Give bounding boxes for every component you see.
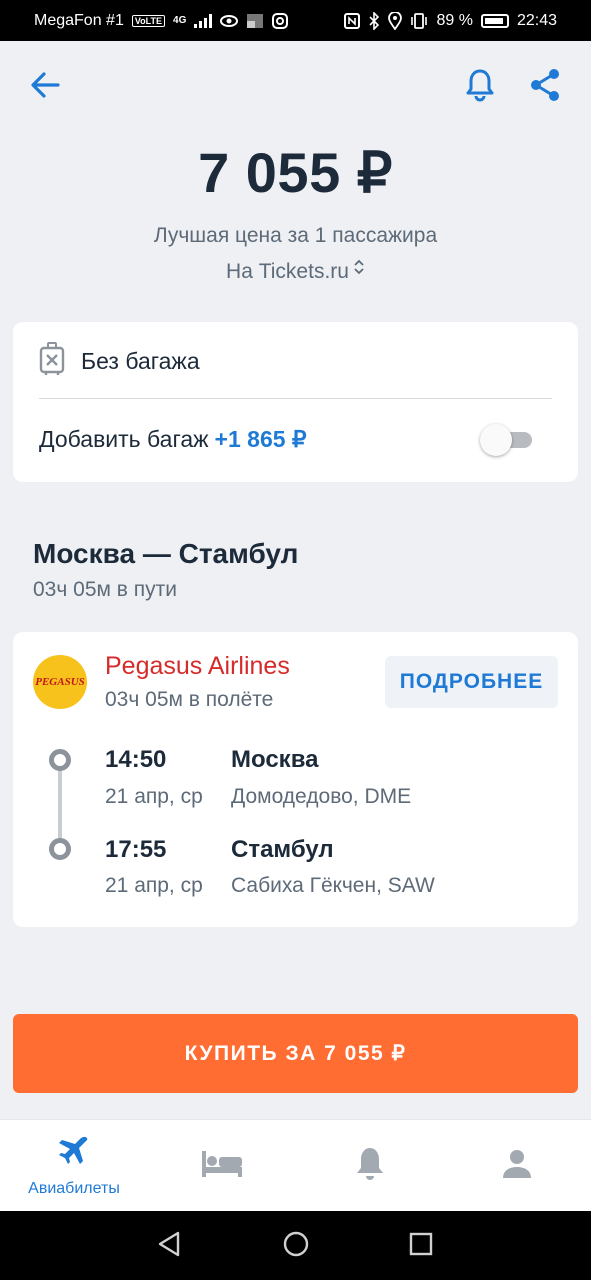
no-luggage-icon xyxy=(39,341,65,381)
clock: 22:43 xyxy=(516,11,557,29)
system-back-button[interactable] xyxy=(152,1229,186,1263)
nav-item-subscriptions[interactable] xyxy=(296,1120,444,1212)
vibrate-icon xyxy=(410,12,428,29)
nfc-icon xyxy=(344,12,361,29)
flight-duration: 03ч 05м в полёте xyxy=(105,688,274,711)
arrival-city: Стамбул xyxy=(231,836,334,863)
flight-card: PEGASUS Pegasus Airlines 03ч 05м в полёт… xyxy=(13,632,578,927)
eye-icon xyxy=(220,13,239,29)
arrival-airport: Сабиха Гёкчен, SAW xyxy=(231,874,435,897)
network-type: 4G xyxy=(173,15,187,26)
price-amount: 7 055 ₽ xyxy=(198,141,393,204)
toggle-knob xyxy=(480,424,512,456)
arrow-left-icon xyxy=(30,71,60,103)
timeline-line xyxy=(58,762,62,850)
triangle-back-icon xyxy=(156,1230,182,1263)
route-duration: 03ч 05м в пути xyxy=(33,578,177,601)
price-source-selector[interactable]: На Tickets.ru xyxy=(0,258,591,284)
baggage-card: Без багажа Добавить багаж +1 865 ₽ xyxy=(13,322,578,482)
price-caption: Лучшая цена за 1 пассажира xyxy=(153,224,438,247)
square-recents-icon xyxy=(408,1231,434,1262)
subscribe-price-button[interactable] xyxy=(456,63,504,111)
system-recents-button[interactable] xyxy=(404,1229,438,1263)
nav-item-hotels[interactable] xyxy=(148,1120,296,1212)
signal-icon xyxy=(194,13,213,28)
bell-icon xyxy=(355,1146,385,1187)
carrier-name: MegaFon #1 xyxy=(34,11,124,29)
add-baggage-row: Добавить багаж +1 865 ₽ xyxy=(39,426,307,453)
gallery-icon xyxy=(246,13,264,29)
add-baggage-toggle[interactable] xyxy=(480,424,534,456)
bluetooth-icon xyxy=(368,11,380,30)
departure-city: Москва xyxy=(231,746,319,773)
arrival-dot xyxy=(49,838,71,860)
baggage-status-row: Без багажа xyxy=(39,341,200,381)
departure-date: 21 апр, ср xyxy=(105,785,203,808)
price-source-label: На Tickets.ru xyxy=(226,260,349,283)
buy-button[interactable]: КУПИТЬ ЗА 7 055 ₽ xyxy=(13,1014,578,1093)
location-icon xyxy=(388,11,403,30)
departure-time: 14:50 xyxy=(105,746,167,773)
divider xyxy=(39,398,552,399)
share-button[interactable] xyxy=(521,63,569,111)
bottom-nav: Авиабилеты xyxy=(0,1119,591,1211)
volte-icon: VoLTE xyxy=(131,14,166,27)
arrival-time: 17:55 xyxy=(105,836,167,863)
route-title: Москва — Стамбул xyxy=(33,538,299,569)
departure-dot xyxy=(49,749,71,771)
airline-name: Pegasus Airlines xyxy=(105,652,290,680)
share-icon xyxy=(529,68,561,107)
add-baggage-price: +1 865 ₽ xyxy=(214,426,307,452)
system-nav-bar xyxy=(0,1211,591,1280)
bell-icon xyxy=(465,68,495,107)
battery-icon xyxy=(480,13,509,28)
nav-item-flights[interactable]: Авиабилеты xyxy=(0,1120,148,1212)
airline-logo: PEGASUS xyxy=(33,655,87,709)
nav-label-flights: Авиабилеты xyxy=(28,1179,120,1197)
system-home-button[interactable] xyxy=(279,1229,313,1263)
chevron-up-down-icon xyxy=(353,258,365,279)
add-baggage-label: Добавить багаж xyxy=(39,426,209,452)
instagram-icon xyxy=(272,12,289,29)
details-button[interactable]: ПОДРОБНЕЕ xyxy=(385,656,558,708)
arrival-date: 21 апр, ср xyxy=(105,874,203,897)
back-button[interactable] xyxy=(21,63,69,111)
airline-logo-text: PEGASUS xyxy=(35,676,85,688)
battery-percent: 89 % xyxy=(436,11,473,29)
profile-icon xyxy=(501,1148,533,1185)
circle-home-icon xyxy=(282,1230,310,1263)
departure-airport: Домодедово, DME xyxy=(231,785,412,808)
airplane-icon xyxy=(57,1135,91,1174)
status-bar: MegaFon #1 VoLTE 4G 89 % 22:43 xyxy=(0,0,591,41)
top-bar xyxy=(0,41,591,133)
nav-item-profile[interactable] xyxy=(443,1120,591,1212)
bed-icon xyxy=(200,1149,244,1184)
baggage-status: Без багажа xyxy=(81,347,200,374)
